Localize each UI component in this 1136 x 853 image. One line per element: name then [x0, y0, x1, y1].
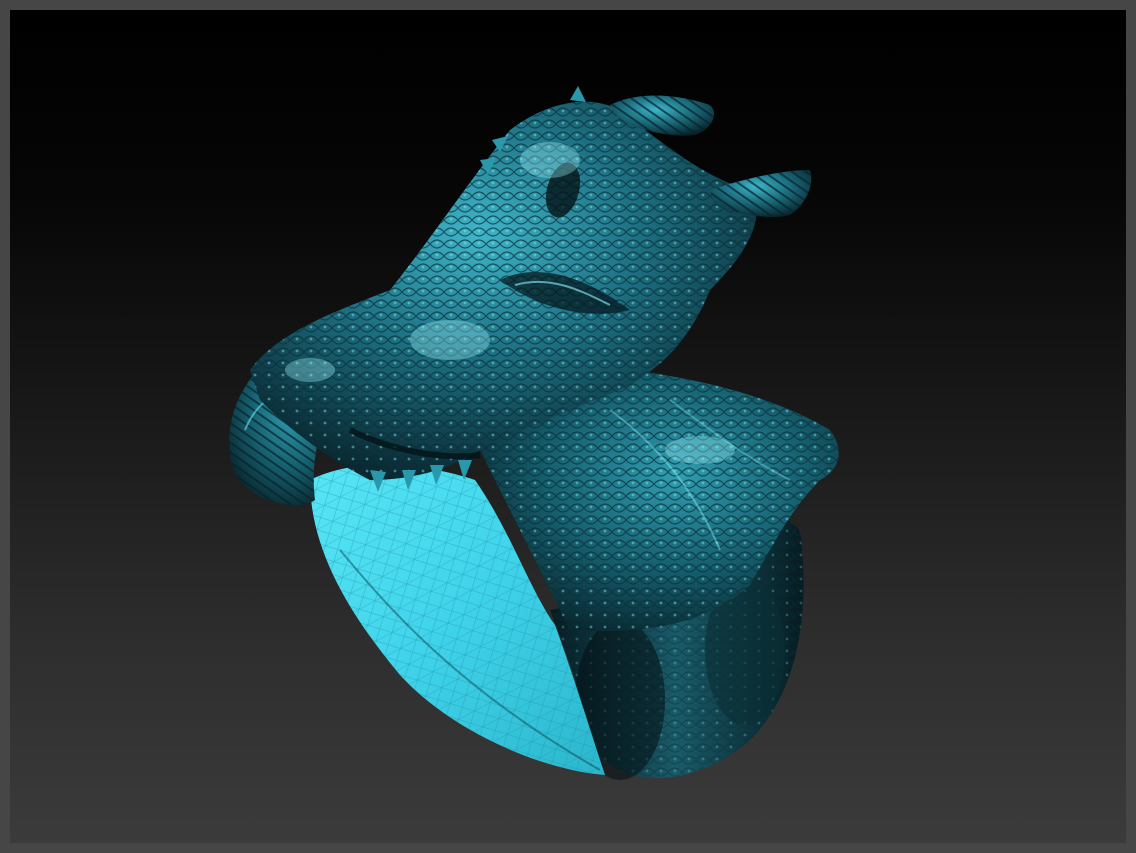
3d-viewport-canvas[interactable] [10, 10, 1126, 843]
viewport-frame [0, 0, 1136, 853]
dragon-ring-model [229, 86, 839, 780]
